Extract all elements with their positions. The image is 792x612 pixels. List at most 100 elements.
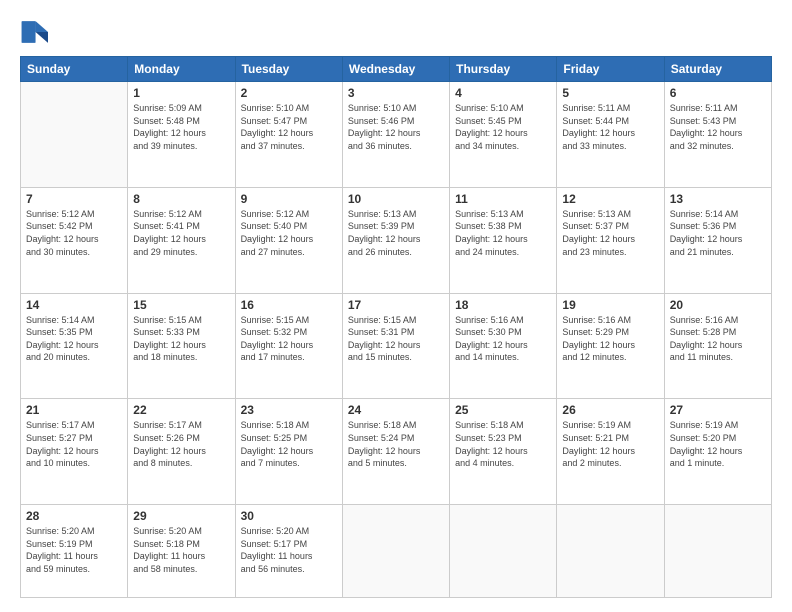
day-info: Sunrise: 5:19 AM Sunset: 5:21 PM Dayligh… xyxy=(562,419,658,469)
header-thursday: Thursday xyxy=(450,57,557,82)
day-cell xyxy=(21,82,128,188)
day-info: Sunrise: 5:13 AM Sunset: 5:38 PM Dayligh… xyxy=(455,208,551,258)
logo xyxy=(20,18,52,46)
day-number: 9 xyxy=(241,192,337,206)
day-number: 27 xyxy=(670,403,766,417)
day-number: 2 xyxy=(241,86,337,100)
day-cell: 30Sunrise: 5:20 AM Sunset: 5:17 PM Dayli… xyxy=(235,505,342,598)
day-info: Sunrise: 5:15 AM Sunset: 5:31 PM Dayligh… xyxy=(348,314,444,364)
day-cell: 9 Sunrise: 5:12 AM Sunset: 5:40 PM Daylig… xyxy=(235,187,342,293)
header-friday: Friday xyxy=(557,57,664,82)
day-number: 30 xyxy=(241,509,337,523)
day-number: 7 xyxy=(26,192,122,206)
day-number: 1 xyxy=(133,86,229,100)
day-info: Sunrise: 5:20 AM Sunset: 5:18 PM Dayligh… xyxy=(133,525,229,575)
day-number: 13 xyxy=(670,192,766,206)
day-cell: 15Sunrise: 5:15 AM Sunset: 5:33 PM Dayli… xyxy=(128,293,235,399)
day-cell xyxy=(557,505,664,598)
day-info: Sunrise: 5:15 AM Sunset: 5:32 PM Dayligh… xyxy=(241,314,337,364)
week-row-4: 28Sunrise: 5:20 AM Sunset: 5:19 PM Dayli… xyxy=(21,505,772,598)
day-number: 18 xyxy=(455,298,551,312)
week-row-1: 7 Sunrise: 5:12 AM Sunset: 5:42 PM Daylig… xyxy=(21,187,772,293)
day-number: 17 xyxy=(348,298,444,312)
day-info: Sunrise: 5:18 AM Sunset: 5:24 PM Dayligh… xyxy=(348,419,444,469)
day-cell: 19 Sunrise: 5:16 AM Sunset: 5:29 PM Dayli… xyxy=(557,293,664,399)
day-info: Sunrise: 5:18 AM Sunset: 5:23 PM Dayligh… xyxy=(455,419,551,469)
day-cell: 16 Sunrise: 5:15 AM Sunset: 5:32 PM Dayli… xyxy=(235,293,342,399)
day-info: Sunrise: 5:16 AM Sunset: 5:29 PM Dayligh… xyxy=(562,314,658,364)
day-number: 12 xyxy=(562,192,658,206)
day-info: Sunrise: 5:13 AM Sunset: 5:37 PM Dayligh… xyxy=(562,208,658,258)
day-info: Sunrise: 5:11 AM Sunset: 5:44 PM Dayligh… xyxy=(562,102,658,152)
day-cell: 29 Sunrise: 5:20 AM Sunset: 5:18 PM Dayli… xyxy=(128,505,235,598)
day-cell xyxy=(342,505,449,598)
day-cell: 26 Sunrise: 5:19 AM Sunset: 5:21 PM Dayli… xyxy=(557,399,664,505)
day-cell: 27 Sunrise: 5:19 AM Sunset: 5:20 PM Dayli… xyxy=(664,399,771,505)
day-number: 29 xyxy=(133,509,229,523)
day-number: 19 xyxy=(562,298,658,312)
day-info: Sunrise: 5:12 AM Sunset: 5:41 PM Dayligh… xyxy=(133,208,229,258)
day-number: 3 xyxy=(348,86,444,100)
day-cell: 23Sunrise: 5:18 AM Sunset: 5:25 PM Dayli… xyxy=(235,399,342,505)
day-number: 23 xyxy=(241,403,337,417)
day-cell: 1 Sunrise: 5:09 AM Sunset: 5:48 PM Daylig… xyxy=(128,82,235,188)
day-cell: 2 Sunrise: 5:10 AM Sunset: 5:47 PM Daylig… xyxy=(235,82,342,188)
day-number: 14 xyxy=(26,298,122,312)
week-row-2: 14 Sunrise: 5:14 AM Sunset: 5:35 PM Dayli… xyxy=(21,293,772,399)
header xyxy=(20,18,772,46)
day-cell: 24 Sunrise: 5:18 AM Sunset: 5:24 PM Dayli… xyxy=(342,399,449,505)
day-number: 25 xyxy=(455,403,551,417)
day-number: 11 xyxy=(455,192,551,206)
day-info: Sunrise: 5:17 AM Sunset: 5:27 PM Dayligh… xyxy=(26,419,122,469)
day-cell: 20Sunrise: 5:16 AM Sunset: 5:28 PM Dayli… xyxy=(664,293,771,399)
day-number: 4 xyxy=(455,86,551,100)
calendar: SundayMondayTuesdayWednesdayThursdayFrid… xyxy=(20,56,772,598)
day-number: 8 xyxy=(133,192,229,206)
day-info: Sunrise: 5:17 AM Sunset: 5:26 PM Dayligh… xyxy=(133,419,229,469)
week-row-3: 21 Sunrise: 5:17 AM Sunset: 5:27 PM Dayli… xyxy=(21,399,772,505)
header-row: SundayMondayTuesdayWednesdayThursdayFrid… xyxy=(21,57,772,82)
day-info: Sunrise: 5:10 AM Sunset: 5:46 PM Dayligh… xyxy=(348,102,444,152)
day-info: Sunrise: 5:19 AM Sunset: 5:20 PM Dayligh… xyxy=(670,419,766,469)
day-number: 5 xyxy=(562,86,658,100)
day-number: 22 xyxy=(133,403,229,417)
day-info: Sunrise: 5:13 AM Sunset: 5:39 PM Dayligh… xyxy=(348,208,444,258)
header-saturday: Saturday xyxy=(664,57,771,82)
header-monday: Monday xyxy=(128,57,235,82)
day-number: 10 xyxy=(348,192,444,206)
day-info: Sunrise: 5:16 AM Sunset: 5:30 PM Dayligh… xyxy=(455,314,551,364)
day-info: Sunrise: 5:10 AM Sunset: 5:47 PM Dayligh… xyxy=(241,102,337,152)
day-info: Sunrise: 5:12 AM Sunset: 5:40 PM Dayligh… xyxy=(241,208,337,258)
day-cell: 18 Sunrise: 5:16 AM Sunset: 5:30 PM Dayli… xyxy=(450,293,557,399)
day-cell: 11 Sunrise: 5:13 AM Sunset: 5:38 PM Dayli… xyxy=(450,187,557,293)
page: SundayMondayTuesdayWednesdayThursdayFrid… xyxy=(0,0,792,612)
day-cell xyxy=(664,505,771,598)
day-info: Sunrise: 5:20 AM Sunset: 5:19 PM Dayligh… xyxy=(26,525,122,575)
day-info: Sunrise: 5:09 AM Sunset: 5:48 PM Dayligh… xyxy=(133,102,229,152)
day-cell: 25 Sunrise: 5:18 AM Sunset: 5:23 PM Dayli… xyxy=(450,399,557,505)
day-cell: 5 Sunrise: 5:11 AM Sunset: 5:44 PM Daylig… xyxy=(557,82,664,188)
header-sunday: Sunday xyxy=(21,57,128,82)
day-info: Sunrise: 5:14 AM Sunset: 5:35 PM Dayligh… xyxy=(26,314,122,364)
day-cell xyxy=(450,505,557,598)
day-info: Sunrise: 5:10 AM Sunset: 5:45 PM Dayligh… xyxy=(455,102,551,152)
week-row-0: 1 Sunrise: 5:09 AM Sunset: 5:48 PM Daylig… xyxy=(21,82,772,188)
day-cell: 14 Sunrise: 5:14 AM Sunset: 5:35 PM Dayli… xyxy=(21,293,128,399)
header-wednesday: Wednesday xyxy=(342,57,449,82)
day-info: Sunrise: 5:12 AM Sunset: 5:42 PM Dayligh… xyxy=(26,208,122,258)
day-info: Sunrise: 5:11 AM Sunset: 5:43 PM Dayligh… xyxy=(670,102,766,152)
day-number: 16 xyxy=(241,298,337,312)
logo-icon xyxy=(20,18,48,46)
day-cell: 17 Sunrise: 5:15 AM Sunset: 5:31 PM Dayli… xyxy=(342,293,449,399)
day-number: 6 xyxy=(670,86,766,100)
day-number: 21 xyxy=(26,403,122,417)
day-info: Sunrise: 5:15 AM Sunset: 5:33 PM Dayligh… xyxy=(133,314,229,364)
day-cell: 13Sunrise: 5:14 AM Sunset: 5:36 PM Dayli… xyxy=(664,187,771,293)
day-cell: 7 Sunrise: 5:12 AM Sunset: 5:42 PM Daylig… xyxy=(21,187,128,293)
day-info: Sunrise: 5:16 AM Sunset: 5:28 PM Dayligh… xyxy=(670,314,766,364)
day-cell: 21 Sunrise: 5:17 AM Sunset: 5:27 PM Dayli… xyxy=(21,399,128,505)
day-number: 26 xyxy=(562,403,658,417)
day-cell: 28Sunrise: 5:20 AM Sunset: 5:19 PM Dayli… xyxy=(21,505,128,598)
day-cell: 12 Sunrise: 5:13 AM Sunset: 5:37 PM Dayli… xyxy=(557,187,664,293)
day-number: 24 xyxy=(348,403,444,417)
